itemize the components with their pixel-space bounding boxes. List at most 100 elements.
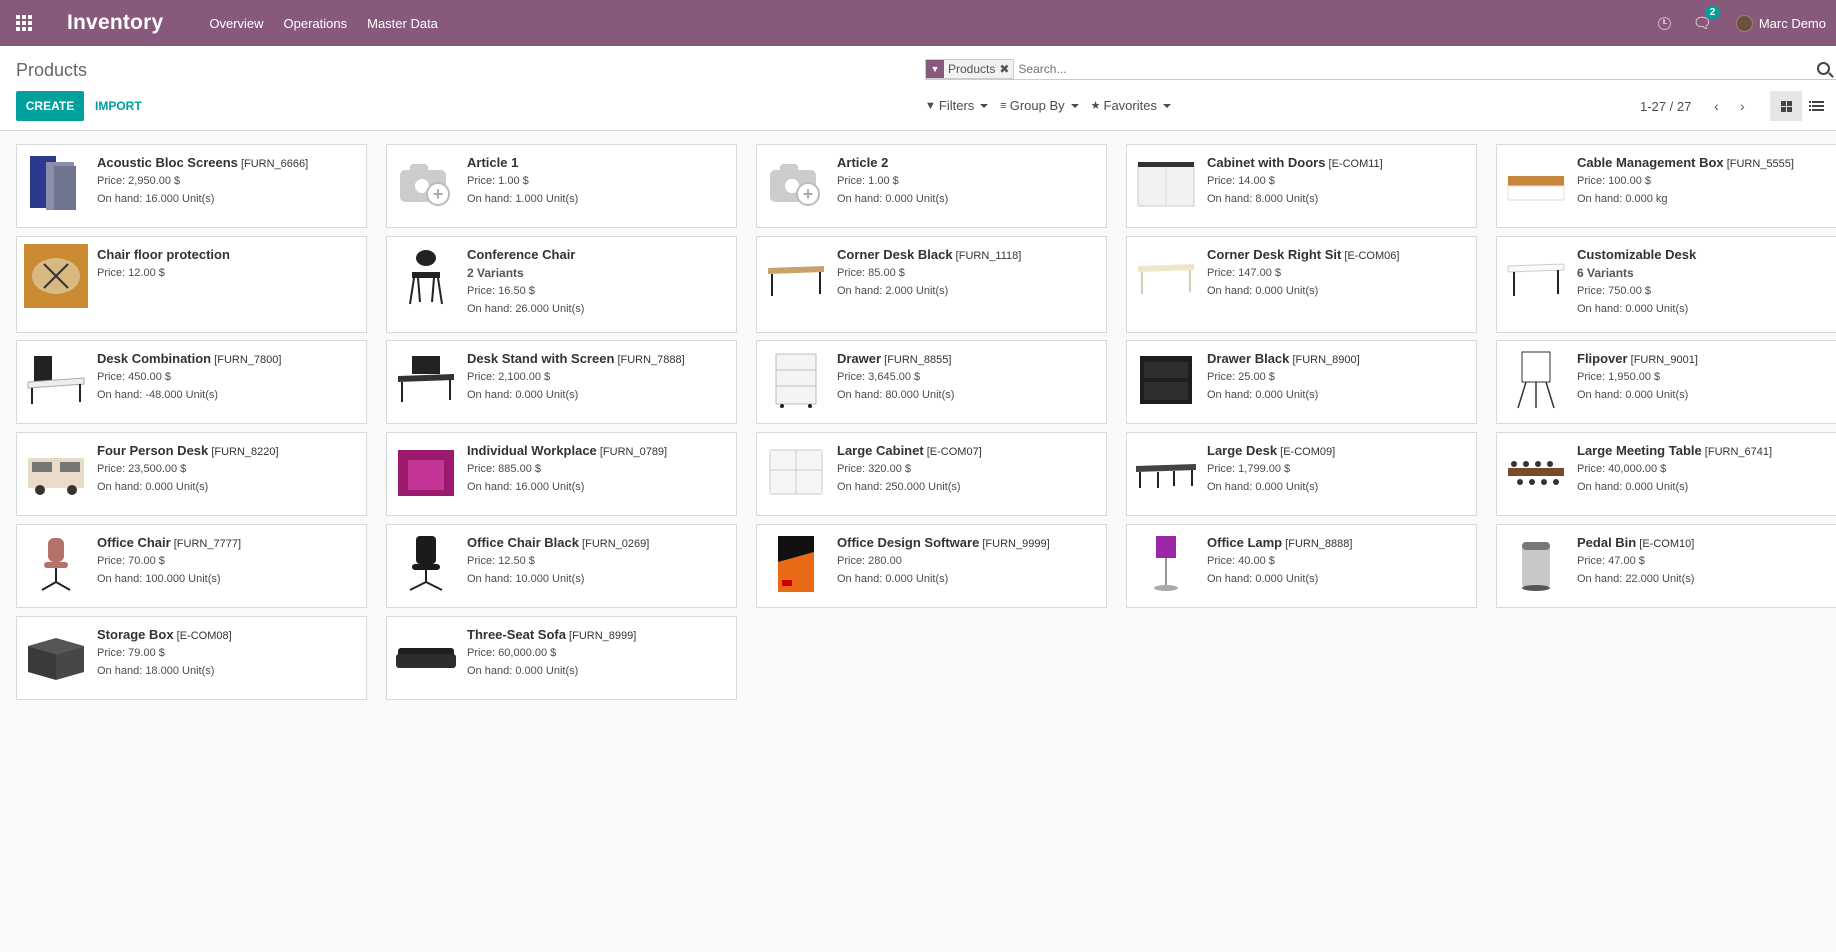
product-info: Storage Box [E-COM08] Price: 79.00 $ On ha… — [97, 627, 360, 677]
product-image — [1504, 348, 1568, 412]
product-title: Large Meeting Table — [1577, 443, 1702, 458]
product-name: Acoustic Bloc Screens [FURN_6666] — [97, 155, 360, 170]
product-image — [24, 244, 88, 308]
product-on-hand: On hand: 0.000 Unit(s) — [1207, 481, 1319, 493]
top-navbar: Inventory Overview Operations Master Dat… — [0, 0, 1836, 46]
apps-menu-icon[interactable] — [0, 0, 48, 46]
product-card[interactable]: + Article 2 Price: 1.00 $ On hand: 0.000 Un… — [756, 144, 1107, 228]
product-price: Price: 1,799.00 $ — [1207, 463, 1291, 475]
product-info: Cabinet with Doors [E-COM11] Price: 14.00… — [1207, 155, 1470, 205]
product-price: Price: 2,100.00 $ — [467, 371, 551, 383]
product-card[interactable]: Office Chair Black [FURN_0269] Price: 12.… — [386, 524, 737, 608]
product-card[interactable]: Desk Combination [FURN_7800] Price: 450.0… — [16, 340, 367, 424]
kanban-view-button[interactable] — [1770, 91, 1802, 121]
product-image — [1504, 532, 1568, 596]
app-title[interactable]: Inventory — [67, 11, 163, 35]
menu-master-data[interactable]: Master Data — [367, 16, 438, 31]
favorites-dropdown[interactable]: ★ Favorites — [1091, 98, 1171, 113]
create-button[interactable]: CREATE — [16, 91, 84, 121]
product-card[interactable]: Drawer Black [FURN_8900] Price: 25.00 $ On… — [1126, 340, 1477, 424]
product-card[interactable]: Flipover [FURN_9001] Price: 1,950.00 $ On … — [1496, 340, 1836, 424]
product-card[interactable]: Corner Desk Right Sit [E-COM06] Price: 14… — [1126, 236, 1477, 333]
product-image — [394, 244, 458, 308]
product-title: Cabinet with Doors — [1207, 155, 1326, 170]
pager-value[interactable]: 1-27 / 27 — [1640, 99, 1691, 114]
product-on-hand: On hand: 0.000 kg — [1577, 193, 1668, 205]
product-name: Large Cabinet [E-COM07] — [837, 443, 1100, 458]
product-info: Large Cabinet [E-COM07] Price: 320.00 $ On… — [837, 443, 1100, 493]
product-card[interactable]: Large Meeting Table [FURN_6741] Price: 40… — [1496, 432, 1836, 516]
product-image — [24, 624, 88, 688]
product-image — [1134, 244, 1198, 308]
product-code: [FURN_7800] — [211, 354, 282, 366]
product-title: Desk Combination — [97, 351, 212, 366]
product-title: Drawer — [837, 351, 882, 366]
product-name: Cabinet with Doors [E-COM11] — [1207, 155, 1470, 170]
facet-remove-icon[interactable]: ✖ — [999, 62, 1013, 76]
product-on-hand: On hand: 8.000 Unit(s) — [1207, 193, 1319, 205]
product-card[interactable]: Conference Chair 2 Variants Price: 16.50 $… — [386, 236, 737, 333]
pager-previous-icon[interactable]: ‹ — [1703, 98, 1729, 114]
product-card[interactable]: Cable Management Box [FURN_5555] Price: 1… — [1496, 144, 1836, 228]
product-card[interactable]: Drawer [FURN_8855] Price: 3,645.00 $ On ha… — [756, 340, 1107, 424]
product-info: Article 2 Price: 1.00 $ On hand: 0.000 Uni… — [837, 155, 1100, 205]
product-price: Price: 40,000.00 $ — [1577, 463, 1667, 475]
list-view-button[interactable] — [1802, 91, 1834, 121]
product-name: Customizable Desk — [1577, 247, 1836, 262]
product-name: Drawer [FURN_8855] — [837, 351, 1100, 366]
product-name: Desk Stand with Screen [FURN_7888] — [467, 351, 730, 366]
product-on-hand: On hand: 0.000 Unit(s) — [467, 665, 579, 677]
product-card[interactable]: Desk Stand with Screen [FURN_7888] Price:… — [386, 340, 737, 424]
product-card[interactable]: Cabinet with Doors [E-COM11] Price: 14.00… — [1126, 144, 1477, 228]
menu-overview[interactable]: Overview — [209, 16, 263, 31]
product-name: Flipover [FURN_9001] — [1577, 351, 1836, 366]
product-info: Office Chair [FURN_7777] Price: 70.00 $ On… — [97, 535, 360, 585]
product-card[interactable]: Large Desk [E-COM09] Price: 1,799.00 $ On … — [1126, 432, 1477, 516]
product-card[interactable]: Pedal Bin [E-COM10] Price: 47.00 $ On hand… — [1496, 524, 1836, 608]
product-on-hand: On hand: 0.000 Unit(s) — [837, 193, 949, 205]
product-code: [FURN_8888] — [1282, 538, 1353, 550]
product-card[interactable]: Corner Desk Black [FURN_1118] Price: 85.0… — [756, 236, 1107, 333]
search-icon[interactable] — [1817, 62, 1830, 75]
product-code: [FURN_8999] — [565, 630, 637, 642]
product-on-hand: On hand: 1.000 Unit(s) — [467, 193, 579, 205]
product-card[interactable]: Large Cabinet [E-COM07] Price: 320.00 $ On… — [756, 432, 1107, 516]
product-on-hand: On hand: 22.000 Unit(s) — [1577, 573, 1695, 585]
favorites-label: Favorites — [1103, 98, 1157, 113]
activity-clock-icon[interactable] — [1657, 16, 1671, 30]
product-card[interactable]: Four Person Desk [FURN_8220] Price: 23,50… — [16, 432, 367, 516]
product-card[interactable]: + Article 1 Price: 1.00 $ On hand: 1.000 Un… — [386, 144, 737, 228]
product-card[interactable]: Office Design Software [FURN_9999] Price:… — [756, 524, 1107, 608]
product-title: Corner Desk Right Sit — [1207, 247, 1342, 262]
menu-operations[interactable]: Operations — [284, 16, 348, 31]
product-info: Large Desk [E-COM09] Price: 1,799.00 $ On … — [1207, 443, 1470, 493]
product-card[interactable]: Chair floor protection Price: 12.00 $ — [16, 236, 367, 333]
filters-dropdown[interactable]: ▼ Filters — [925, 98, 989, 113]
product-code: [E-COM10] — [1636, 538, 1695, 550]
product-card[interactable]: Customizable Desk 6 Variants Price: 750.00… — [1496, 236, 1836, 333]
product-price: Price: 1.00 $ — [837, 175, 899, 187]
product-price: Price: 70.00 $ — [97, 555, 165, 567]
product-image — [1134, 532, 1198, 596]
product-price: Price: 147.00 $ — [1207, 267, 1281, 279]
product-card[interactable]: Office Chair [FURN_7777] Price: 70.00 $ On… — [16, 524, 367, 608]
import-button[interactable]: IMPORT — [95, 91, 142, 121]
product-image — [24, 152, 88, 216]
product-on-hand: On hand: 10.000 Unit(s) — [467, 573, 585, 585]
product-image — [394, 348, 458, 412]
product-name: Office Lamp [FURN_8888] — [1207, 535, 1470, 550]
product-card[interactable]: Individual Workplace [FURN_0789] Price: 8… — [386, 432, 737, 516]
product-card[interactable]: Acoustic Bloc Screens [FURN_6666] Price: … — [16, 144, 367, 228]
product-title: Flipover — [1577, 351, 1628, 366]
product-card[interactable]: Three-Seat Sofa [FURN_8999] Price: 60,000… — [386, 616, 737, 700]
product-code: [FURN_6741] — [1701, 446, 1773, 458]
product-card[interactable]: Storage Box [E-COM08] Price: 79.00 $ On ha… — [16, 616, 367, 700]
user-menu[interactable]: Marc Demo — [1735, 14, 1826, 32]
product-card[interactable]: Office Lamp [FURN_8888] Price: 40.00 $ On … — [1126, 524, 1477, 608]
search-input[interactable] — [1018, 61, 1817, 76]
product-title: Individual Workplace — [467, 443, 597, 458]
messaging-menu[interactable]: 🗨 2 — [1693, 6, 1721, 32]
product-on-hand: On hand: 0.000 Unit(s) — [97, 481, 209, 493]
group-by-dropdown[interactable]: ≡ Group By — [1000, 98, 1079, 113]
pager-next-icon[interactable]: › — [1729, 98, 1755, 114]
